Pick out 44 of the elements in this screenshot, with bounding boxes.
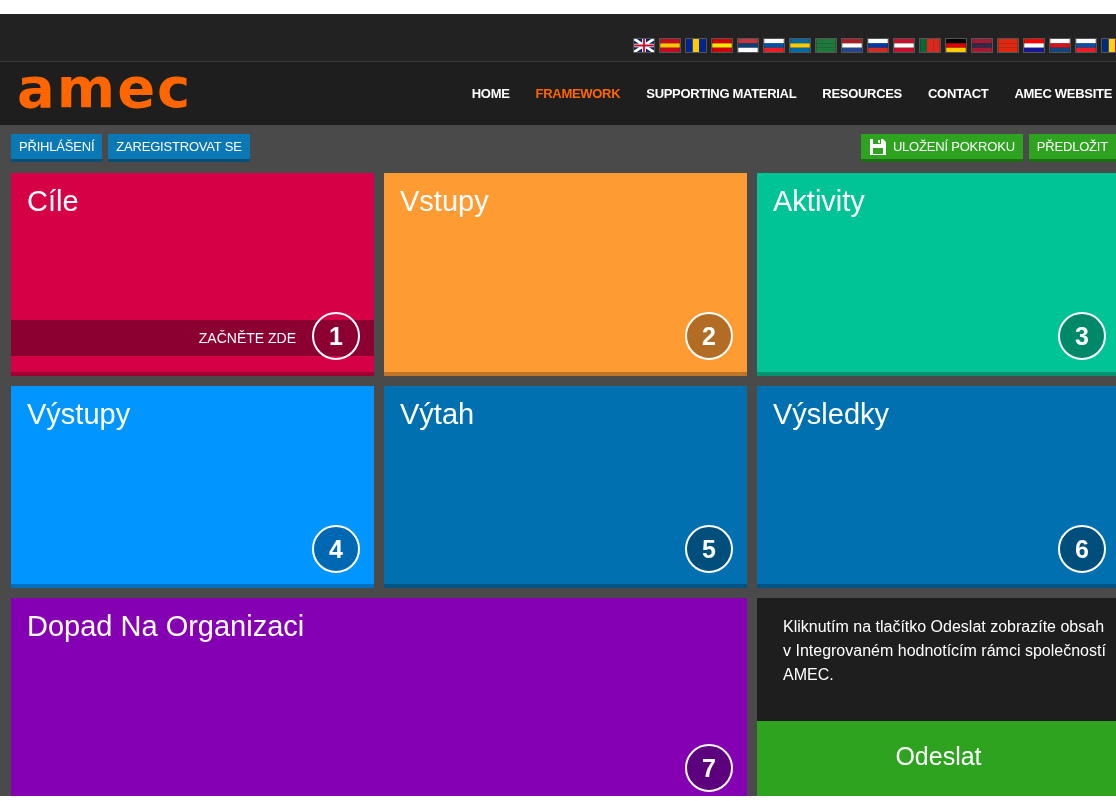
flag-icon[interactable] bbox=[894, 39, 914, 52]
flag-icon[interactable] bbox=[1076, 39, 1096, 52]
tile-title: Cíle bbox=[27, 185, 79, 218]
flag-icon[interactable] bbox=[764, 39, 784, 52]
tile-title: Výtah bbox=[400, 398, 475, 431]
flag-icon[interactable] bbox=[842, 39, 862, 52]
tile-title: Výsledky bbox=[773, 398, 890, 431]
flag-icon[interactable] bbox=[738, 39, 758, 52]
tile-title: Aktivity bbox=[773, 185, 865, 218]
flag-icon[interactable] bbox=[1050, 39, 1070, 52]
nav-link[interactable]: HOME bbox=[458, 86, 523, 101]
flag-icon[interactable] bbox=[1024, 39, 1044, 52]
tile-title: Dopad Na Organizaci bbox=[27, 610, 305, 643]
flag-icon[interactable] bbox=[712, 39, 732, 52]
framework-tile[interactable]: Výstupy 4 bbox=[11, 386, 374, 588]
tile-title: Výstupy bbox=[27, 398, 131, 431]
header-button[interactable]: ZAREGISTROVAT SE bbox=[108, 134, 250, 162]
amec-logo[interactable]: amec bbox=[17, 59, 193, 116]
framework-tile[interactable]: Aktivity 3 bbox=[757, 173, 1116, 376]
nav-link[interactable]: SUPPORTING MATERIAL bbox=[633, 86, 810, 101]
submit-description: Kliknutím na tlačítko Odeslat zobrazíte obsah v Integrovaném hodnotícím rámci společností AMEC. bbox=[782, 617, 1107, 685]
step-number: 2 bbox=[685, 312, 733, 360]
flag-icon[interactable] bbox=[1102, 39, 1116, 52]
nav-link[interactable]: FRAMEWORK bbox=[522, 86, 634, 101]
framework-tile[interactable]: Dopad Na Organizaci 7 bbox=[11, 598, 747, 796]
step-number: 6 bbox=[1058, 525, 1106, 573]
header-button[interactable]: PŘIHLÁŠENÍ bbox=[11, 134, 103, 162]
tile-title: Vstupy bbox=[400, 185, 489, 218]
flag-icon[interactable] bbox=[868, 39, 888, 52]
step-number: 7 bbox=[685, 744, 733, 792]
step-number: 1 bbox=[312, 312, 360, 360]
nav-link[interactable]: CONTACT bbox=[915, 86, 1002, 101]
framework-tile[interactable]: Vstupy 2 bbox=[384, 173, 747, 376]
nav-link[interactable]: RESOURCES bbox=[809, 86, 915, 101]
framework-tile[interactable]: Cíle ZAČNĚTE ZDE 1 bbox=[11, 173, 374, 376]
flag-icon[interactable] bbox=[686, 39, 706, 52]
flag-icon[interactable] bbox=[634, 39, 654, 52]
nav-link[interactable]: AMEC WEBSITE bbox=[1001, 86, 1116, 101]
framework-tile[interactable]: Výsledky 6 bbox=[757, 386, 1116, 588]
step-number: 4 bbox=[312, 525, 360, 573]
step-number: 3 bbox=[1058, 312, 1106, 360]
framework-tile[interactable]: Výtah 5 bbox=[384, 386, 747, 588]
flag-icon[interactable] bbox=[946, 39, 966, 52]
step-number: 5 bbox=[685, 525, 733, 573]
